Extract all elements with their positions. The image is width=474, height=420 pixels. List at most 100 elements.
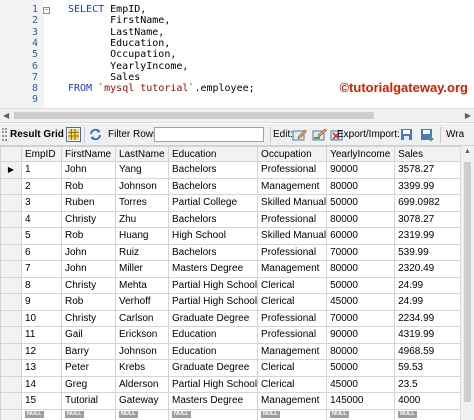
table-row[interactable]: 14 Greg Alderson Partial High School Clerica… [0,375,466,393]
cell-firstname[interactable]: Greg [61,375,116,393]
cell-yearlyincome[interactable]: 50000 [326,194,396,212]
cell-empid[interactable]: 4 [21,210,62,228]
cell-firstname[interactable]: Christy [61,210,116,228]
cell-empid[interactable]: 12 [21,342,62,360]
cell-sales[interactable]: 3078.27 [394,210,466,228]
table-row[interactable]: 13 Peter Krebs Graduate Degree Clerical 50000… [0,359,466,377]
cell-empid[interactable]: 6 [21,243,62,261]
column-header-firstname[interactable]: FirstName [61,146,116,162]
wrap-cell-content-label[interactable]: Wra [446,129,464,140]
row-header[interactable] [0,260,22,278]
cell-lastname[interactable]: Mehta [115,276,169,294]
cell-firstname[interactable]: Ruben [61,194,116,212]
column-header-education[interactable]: Education [167,146,259,162]
cell-empid[interactable]: 11 [21,326,62,344]
cell-sales[interactable]: 4319.99 [394,326,466,344]
row-header[interactable] [0,293,22,311]
cell-education[interactable]: Partial College [167,194,259,212]
cell-yearlyincome[interactable]: 145000 [326,392,396,410]
cell-occupation[interactable]: Professional [257,326,328,344]
table-row[interactable]: 10 Christy Carlson Graduate Degree Professio… [0,309,466,327]
cell-sales[interactable]: 4000 [394,392,466,410]
cell-sales[interactable]: 699.0982 [394,194,466,212]
cell-education[interactable]: Bachelors [167,243,259,261]
cell-lastname[interactable]: Carlson [115,309,169,327]
cell-empid[interactable]: 8 [21,276,62,294]
column-header-empid[interactable]: EmpID [21,146,62,162]
cell-occupation[interactable]: Management [257,392,328,410]
cell-firstname[interactable]: Tutorial [61,392,116,410]
table-row[interactable]: 9 Rob Verhoff Partial High School Clerical 45… [0,293,466,311]
cell-lastname[interactable]: Miller [115,260,169,278]
scroll-left-icon[interactable]: ◀ [3,111,9,120]
export-icon[interactable] [400,127,415,142]
row-header[interactable] [0,210,22,228]
table-row[interactable]: 7 John Miller Masters Degree Management 80000… [0,260,466,278]
cell-sales[interactable]: 24.99 [394,276,466,294]
cell-lastname[interactable]: Verhoff [115,293,169,311]
null-cell[interactable]: NULL [21,408,62,420]
null-cell[interactable]: NULL [61,408,116,420]
null-cell[interactable]: NULL [326,408,396,420]
cell-occupation[interactable]: Skilled Manual [257,227,328,245]
cell-sales[interactable]: 539.99 [394,243,466,261]
cell-education[interactable]: Partial High School [167,375,259,393]
row-header[interactable] [0,243,22,261]
cell-education[interactable]: Bachelors [167,161,259,179]
row-header[interactable] [0,326,22,344]
cell-occupation[interactable]: Management [257,260,328,278]
scroll-right-icon[interactable]: ▶ [465,111,471,120]
cell-occupation[interactable]: Skilled Manual [257,194,328,212]
cell-lastname[interactable]: Torres [115,194,169,212]
cell-education[interactable]: Education [167,342,259,360]
column-header-yearlyincome[interactable]: YearlyIncome [326,146,396,162]
refresh-icon[interactable] [88,127,103,142]
cell-education[interactable]: Masters Degree [167,260,259,278]
cell-occupation[interactable]: Clerical [257,293,328,311]
cell-lastname[interactable]: Ruiz [115,243,169,261]
row-header[interactable] [0,375,22,393]
table-row[interactable]: 11 Gail Erickson Education Professional 90000… [0,326,466,344]
row-header[interactable] [0,177,22,195]
cell-education[interactable]: Bachelors [167,210,259,228]
new-row-placeholder[interactable]: NULL NULL NULL NULL NULL NULL NULL [0,408,466,420]
cell-empid[interactable]: 3 [21,194,62,212]
cell-lastname[interactable]: Johnson [115,342,169,360]
cell-yearlyincome[interactable]: 45000 [326,375,396,393]
table-row[interactable]: 2 Rob Johnson Bachelors Management 80000 3399.… [0,177,466,195]
result-grid[interactable]: EmpID FirstName LastName Education Occupatio… [0,146,474,420]
cell-education[interactable]: High School [167,227,259,245]
cell-yearlyincome[interactable]: 50000 [326,359,396,377]
cell-empid[interactable]: 14 [21,375,62,393]
cell-yearlyincome[interactable]: 50000 [326,276,396,294]
row-header[interactable] [0,194,22,212]
row-header[interactable] [0,392,22,410]
cell-sales[interactable]: 24.99 [394,293,466,311]
cell-sales[interactable]: 4968.59 [394,342,466,360]
cell-education[interactable]: Bachelors [167,177,259,195]
cell-sales[interactable]: 3578.27 [394,161,466,179]
cell-firstname[interactable]: John [61,161,116,179]
cell-lastname[interactable]: Erickson [115,326,169,344]
cell-occupation[interactable]: Professional [257,309,328,327]
column-header-sales[interactable]: Sales [394,146,466,162]
import-icon[interactable] [420,127,435,142]
current-row-icon[interactable]: ▶ [0,161,22,179]
cell-firstname[interactable]: Rob [61,293,116,311]
add-row-icon[interactable] [312,127,327,142]
cell-lastname[interactable]: Johnson [115,177,169,195]
sql-editor[interactable]: 1− SELECT EmpID, 2 FirstName, 3 LastName, 4 … [0,0,474,108]
row-header[interactable] [0,408,22,420]
table-row[interactable]: 5 Rob Huang High School Skilled Manual 60000 2… [0,227,466,245]
scroll-up-icon[interactable]: ▲ [464,148,471,155]
cell-empid[interactable]: 13 [21,359,62,377]
cell-education[interactable]: Masters Degree [167,392,259,410]
cell-yearlyincome[interactable]: 90000 [326,161,396,179]
table-row[interactable]: 6 John Ruiz Bachelors Professional 70000 539.9… [0,243,466,261]
column-header-lastname[interactable]: LastName [115,146,169,162]
cell-firstname[interactable]: Christy [61,309,116,327]
cell-yearlyincome[interactable]: 80000 [326,177,396,195]
cell-occupation[interactable]: Professional [257,161,328,179]
table-row[interactable]: ▶ 1 John Yang Bachelors Professional 90000 3578… [0,161,466,179]
cell-empid[interactable]: 9 [21,293,62,311]
